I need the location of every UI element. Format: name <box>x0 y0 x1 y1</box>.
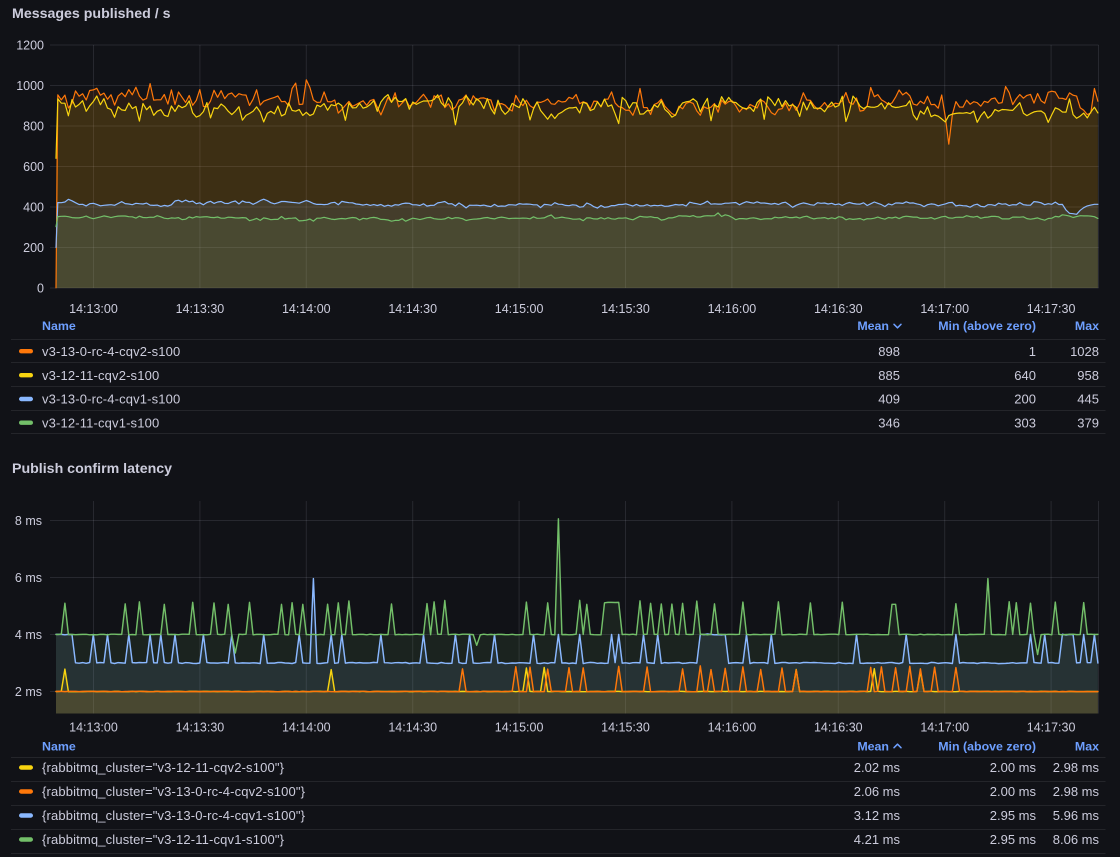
svg-text:885: 885 <box>878 368 900 383</box>
svg-text:14:14:30: 14:14:30 <box>388 302 437 316</box>
svg-text:2.98 ms: 2.98 ms <box>1053 784 1100 799</box>
svg-text:2.00 ms: 2.00 ms <box>990 784 1037 799</box>
svg-text:2.95 ms: 2.95 ms <box>990 832 1037 847</box>
svg-text:{rabbitmq_cluster="v3-12-11-cq: {rabbitmq_cluster="v3-12-11-cqv2-s100"} <box>42 760 285 775</box>
svg-text:14:16:00: 14:16:00 <box>708 302 757 316</box>
svg-text:958: 958 <box>1077 368 1099 383</box>
svg-text:1: 1 <box>1029 344 1036 359</box>
svg-text:1028: 1028 <box>1070 344 1099 359</box>
svg-text:Mean: Mean <box>857 740 889 754</box>
svg-text:14:13:30: 14:13:30 <box>176 302 225 316</box>
svg-text:4 ms: 4 ms <box>15 628 42 642</box>
svg-text:2.02 ms: 2.02 ms <box>854 760 901 775</box>
svg-text:Name: Name <box>42 319 76 333</box>
svg-text:2.95 ms: 2.95 ms <box>990 808 1037 823</box>
svg-text:14:17:00: 14:17:00 <box>920 721 969 735</box>
svg-text:379: 379 <box>1077 415 1099 430</box>
svg-text:14:13:00: 14:13:00 <box>69 302 118 316</box>
svg-text:1200: 1200 <box>16 39 44 53</box>
svg-text:Max: Max <box>1075 740 1099 754</box>
svg-text:14:16:30: 14:16:30 <box>814 302 863 316</box>
svg-text:2 ms: 2 ms <box>15 685 42 699</box>
svg-text:8.06 ms: 8.06 ms <box>1053 832 1100 847</box>
svg-text:5.96 ms: 5.96 ms <box>1053 808 1100 823</box>
svg-text:445: 445 <box>1077 392 1099 407</box>
svg-text:400: 400 <box>23 201 44 215</box>
svg-text:Mean: Mean <box>857 319 889 333</box>
svg-text:14:14:00: 14:14:00 <box>282 302 331 316</box>
svg-text:898: 898 <box>878 344 900 359</box>
svg-text:v3-13-0-rc-4-cqv2-s100: v3-13-0-rc-4-cqv2-s100 <box>42 344 180 359</box>
svg-text:2.06 ms: 2.06 ms <box>854 784 901 799</box>
svg-text:14:16:30: 14:16:30 <box>814 721 863 735</box>
svg-text:200: 200 <box>23 241 44 255</box>
svg-text:14:17:00: 14:17:00 <box>920 302 969 316</box>
svg-text:Messages published / s: Messages published / s <box>12 6 171 22</box>
svg-text:346: 346 <box>878 415 900 430</box>
svg-text:4.21 ms: 4.21 ms <box>854 832 901 847</box>
svg-text:8 ms: 8 ms <box>15 514 42 528</box>
svg-text:303: 303 <box>1014 415 1036 430</box>
svg-text:14:17:30: 14:17:30 <box>1027 721 1076 735</box>
svg-text:{rabbitmq_cluster="v3-12-11-cq: {rabbitmq_cluster="v3-12-11-cqv1-s100"} <box>42 832 285 847</box>
svg-text:14:15:00: 14:15:00 <box>495 302 544 316</box>
svg-text:6 ms: 6 ms <box>15 571 42 585</box>
svg-text:{rabbitmq_cluster="v3-13-0-rc-: {rabbitmq_cluster="v3-13-0-rc-4-cqv1-s10… <box>42 808 306 823</box>
svg-text:2.00 ms: 2.00 ms <box>990 760 1037 775</box>
svg-text:Max: Max <box>1075 319 1099 333</box>
svg-text:2.98 ms: 2.98 ms <box>1053 760 1100 775</box>
svg-text:v3-12-11-cqv2-s100: v3-12-11-cqv2-s100 <box>42 368 159 383</box>
svg-text:640: 640 <box>1014 368 1036 383</box>
svg-text:14:15:30: 14:15:30 <box>601 302 650 316</box>
svg-text:200: 200 <box>1014 392 1036 407</box>
svg-text:409: 409 <box>878 392 900 407</box>
svg-text:3.12 ms: 3.12 ms <box>854 808 901 823</box>
svg-text:14:16:00: 14:16:00 <box>708 721 757 735</box>
svg-text:Publish confirm latency: Publish confirm latency <box>12 461 172 477</box>
svg-text:1000: 1000 <box>16 79 44 93</box>
svg-text:14:15:30: 14:15:30 <box>601 721 650 735</box>
svg-text:0: 0 <box>37 282 44 296</box>
svg-text:v3-12-11-cqv1-s100: v3-12-11-cqv1-s100 <box>42 415 159 430</box>
svg-text:14:15:00: 14:15:00 <box>495 721 544 735</box>
svg-text:14:14:30: 14:14:30 <box>388 721 437 735</box>
svg-text:v3-13-0-rc-4-cqv1-s100: v3-13-0-rc-4-cqv1-s100 <box>42 392 180 407</box>
svg-text:Name: Name <box>42 740 76 754</box>
svg-text:14:14:00: 14:14:00 <box>282 721 331 735</box>
svg-text:600: 600 <box>23 160 44 174</box>
svg-text:800: 800 <box>23 120 44 134</box>
svg-text:14:13:00: 14:13:00 <box>69 721 118 735</box>
svg-text:{rabbitmq_cluster="v3-13-0-rc-: {rabbitmq_cluster="v3-13-0-rc-4-cqv2-s10… <box>42 784 306 799</box>
svg-text:Min (above zero): Min (above zero) <box>938 319 1036 333</box>
svg-text:Min (above zero): Min (above zero) <box>938 740 1036 754</box>
svg-text:14:13:30: 14:13:30 <box>176 721 225 735</box>
svg-text:14:17:30: 14:17:30 <box>1027 302 1076 316</box>
